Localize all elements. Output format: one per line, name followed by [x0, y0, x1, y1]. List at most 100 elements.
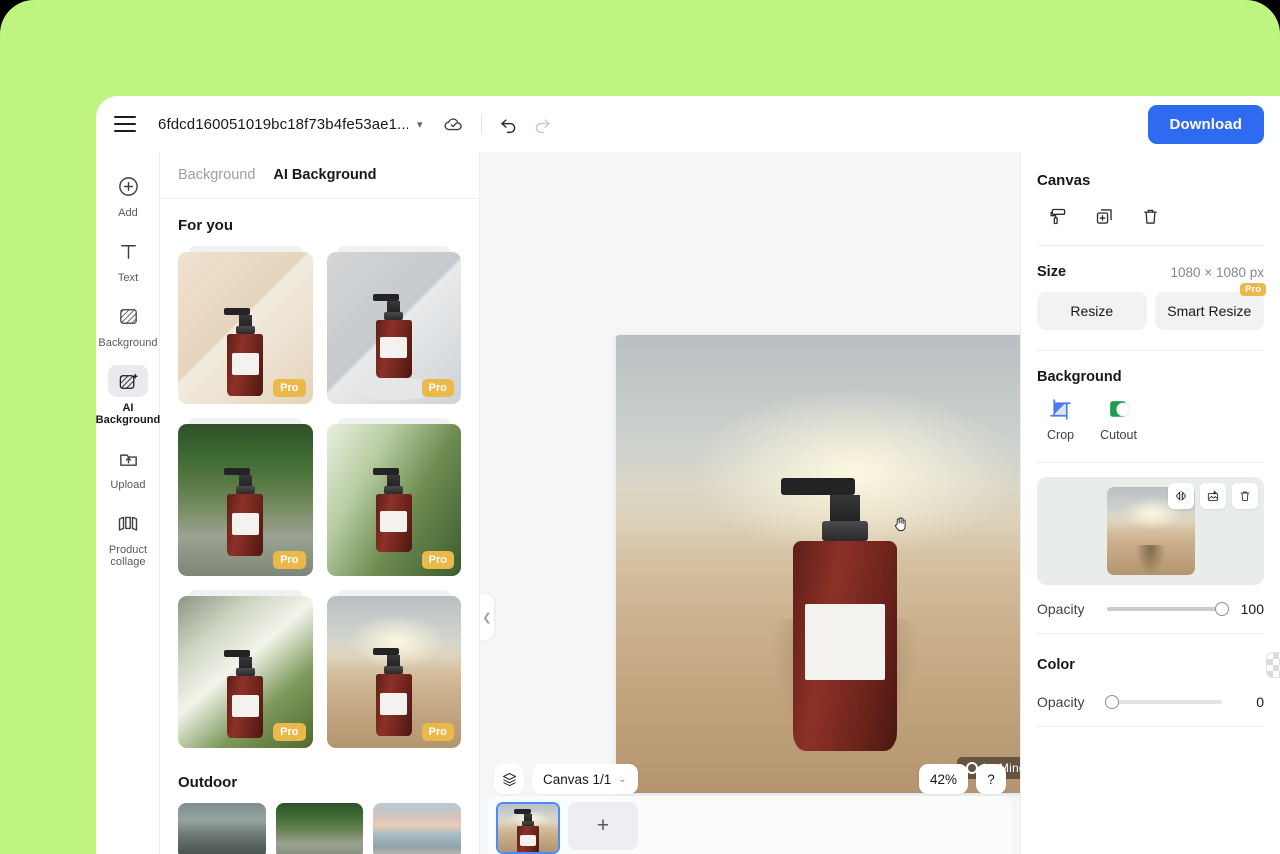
app-window: 6fdcd160051019bc18f73b4fe53ae1... ▾: [96, 96, 1280, 854]
artboard[interactable]: insMind .com: [616, 335, 1074, 793]
background-card[interactable]: Pro: [178, 252, 313, 404]
background-tools: Crop Cutout: [1037, 397, 1264, 442]
background-card[interactable]: Pro: [327, 424, 462, 576]
document-filename[interactable]: 6fdcd160051019bc18f73b4fe53ae1...: [158, 116, 408, 133]
color-opacity-value: 0: [1234, 694, 1264, 710]
sidebar-item-ai-background[interactable]: AI Background: [96, 357, 160, 432]
outdoor-thumbnail[interactable]: [373, 803, 461, 854]
sidebar-item-upload[interactable]: Upload: [96, 434, 160, 497]
grab-hand-cursor: [892, 514, 910, 539]
canvas-tool-icons: [1037, 189, 1264, 245]
sidebar-item-label: AI Background: [96, 402, 160, 426]
color-swatch[interactable]: [1266, 652, 1280, 678]
add-page-button[interactable]: +: [568, 802, 638, 850]
text-icon: [108, 235, 148, 267]
section-divider: [1037, 462, 1264, 463]
pro-badge: Pro: [273, 723, 305, 741]
color-label: Color: [1037, 657, 1075, 673]
pro-badge: Pro: [422, 379, 454, 397]
outdoor-thumbnail[interactable]: [178, 803, 266, 854]
paint-roller-icon[interactable]: [1045, 203, 1071, 229]
color-opacity-row: Opacity 0: [1037, 694, 1264, 710]
sidebar-item-add[interactable]: Add: [96, 162, 160, 225]
section-title-for-you: For you: [178, 217, 461, 234]
zoom-level[interactable]: 42%: [919, 764, 968, 794]
delete-icon[interactable]: [1137, 203, 1163, 229]
chevron-down-icon[interactable]: ▾: [417, 118, 423, 131]
cutout-icon: [1106, 397, 1131, 422]
ai-bg-line2: Background: [96, 414, 160, 426]
resize-button[interactable]: Resize: [1037, 292, 1147, 330]
toolbar-divider: [481, 114, 482, 134]
layers-icon[interactable]: [494, 764, 524, 794]
panel-title: Canvas: [1037, 152, 1264, 189]
download-button[interactable]: Download: [1148, 105, 1264, 144]
plus-circle-icon: [108, 170, 148, 202]
sidebar-item-background[interactable]: Background: [96, 292, 160, 355]
undo-icon[interactable]: [492, 107, 526, 141]
collage-line2: collage: [110, 556, 145, 568]
preview-tool-buttons: [1168, 483, 1258, 509]
crop-tool[interactable]: Crop: [1047, 397, 1074, 442]
background-icon: [108, 300, 148, 332]
pro-badge: Pro: [273, 551, 305, 569]
cloud-saved-icon[interactable]: [437, 107, 471, 141]
sidebar-item-label: Background: [98, 337, 157, 349]
collage-icon: [108, 507, 148, 539]
background-card[interactable]: Pro: [327, 252, 462, 404]
crop-icon: [1048, 397, 1073, 422]
screen-root: 6fdcd160051019bc18f73b4fe53ae1... ▾: [0, 0, 1280, 854]
panel-scroll-body[interactable]: For you Pro: [160, 199, 479, 854]
upload-icon: [108, 442, 148, 474]
redo-icon[interactable]: [526, 107, 560, 141]
smart-resize-button[interactable]: Smart Resize Pro: [1155, 292, 1265, 330]
sidebar-item-label: Upload: [110, 479, 145, 491]
cutout-label: Cutout: [1100, 428, 1137, 442]
background-image-preview[interactable]: [1037, 477, 1264, 585]
page-thumbnail[interactable]: [496, 802, 560, 854]
collage-line1: Product: [109, 544, 147, 556]
top-toolbar: 6fdcd160051019bc18f73b4fe53ae1... ▾: [96, 96, 1280, 152]
background-card[interactable]: Pro: [178, 424, 313, 576]
slider-knob[interactable]: [1215, 602, 1229, 616]
for-you-grid: Pro Pro: [178, 246, 461, 748]
section-title-outdoor: Outdoor: [178, 774, 461, 791]
cutout-tool[interactable]: Cutout: [1100, 397, 1137, 442]
page-selector[interactable]: Canvas 1/1 ⌄: [532, 764, 638, 794]
color-opacity-slider[interactable]: [1107, 700, 1222, 704]
tab-background[interactable]: Background: [178, 167, 255, 183]
background-card[interactable]: Pro: [327, 596, 462, 748]
resize-buttons: Resize Smart Resize Pro: [1037, 292, 1264, 330]
section-divider: [1037, 245, 1264, 246]
color-opacity-label: Opacity: [1037, 694, 1095, 710]
image-opacity-row: Opacity 100: [1037, 601, 1264, 617]
ai-bg-line1: AI: [122, 402, 133, 414]
outdoor-thumbnail[interactable]: [276, 803, 364, 854]
duplicate-icon[interactable]: [1091, 203, 1117, 229]
ai-background-panel: Background AI Background For you: [160, 152, 480, 854]
properties-panel: Canvas Si: [1020, 152, 1280, 854]
delete-icon[interactable]: [1232, 483, 1258, 509]
replace-image-icon[interactable]: [1200, 483, 1226, 509]
image-opacity-label: Opacity: [1037, 601, 1095, 617]
background-card[interactable]: Pro: [178, 596, 313, 748]
ai-background-icon: [108, 365, 148, 397]
hamburger-icon[interactable]: [114, 116, 136, 132]
page-strip: +: [488, 796, 1012, 854]
section-divider: [1037, 350, 1264, 351]
help-button[interactable]: ?: [976, 764, 1006, 794]
canvas-stage[interactable]: insMind .com Canvas 1/1 ⌄: [480, 152, 1020, 854]
collapse-panel-handle[interactable]: ❮: [480, 594, 494, 640]
section-divider: [1037, 633, 1264, 634]
image-opacity-slider[interactable]: [1107, 607, 1222, 611]
size-label: Size: [1037, 264, 1066, 280]
panel-tab-bar: Background AI Background: [160, 152, 479, 199]
flip-horizontal-icon[interactable]: [1168, 483, 1194, 509]
slider-knob[interactable]: [1105, 695, 1119, 709]
sidebar-item-product-collage[interactable]: Product collage: [96, 499, 160, 574]
sidebar-item-text[interactable]: Text: [96, 227, 160, 290]
sidebar-item-label: Add: [118, 207, 138, 219]
tab-ai-background[interactable]: AI Background: [273, 167, 376, 183]
pro-badge: Pro: [1240, 283, 1266, 296]
sidebar-item-label: Text: [118, 272, 138, 284]
